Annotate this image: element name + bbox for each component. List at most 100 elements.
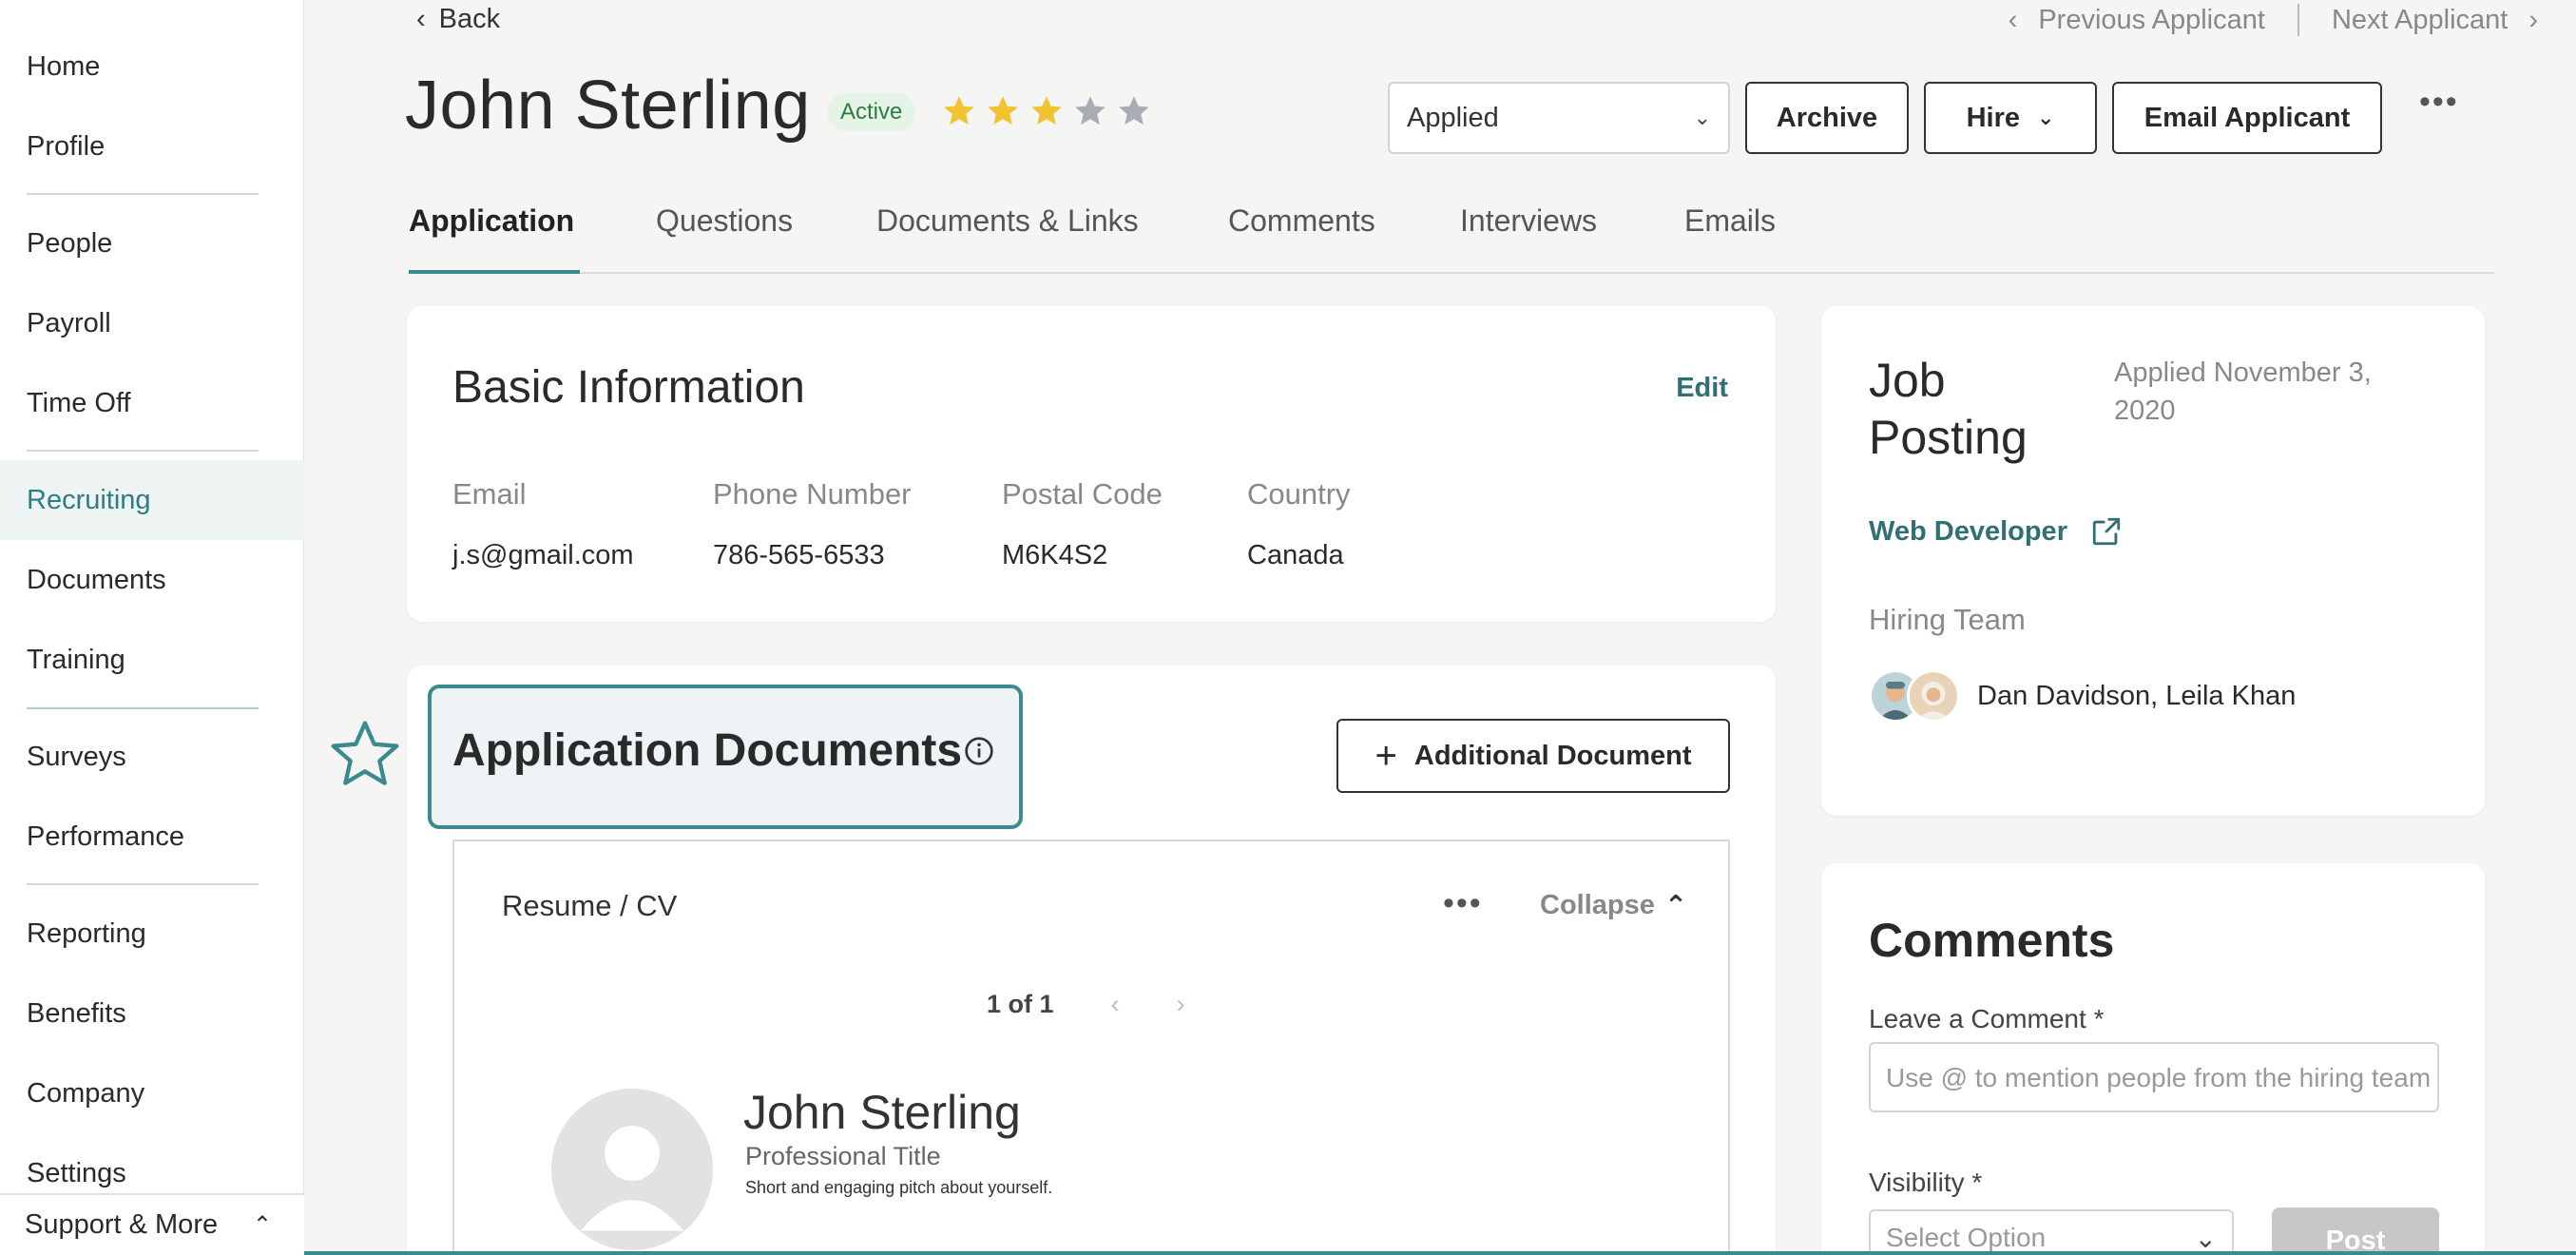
- next-applicant-label: Next Applicant: [2331, 4, 2509, 35]
- tab-interviews[interactable]: Interviews: [1460, 203, 1597, 239]
- sidebar: Home Profile People Payroll Time Off Rec…: [0, 0, 304, 1255]
- card-title: Basic Information: [452, 362, 805, 413]
- additional-document-button[interactable]: + Additional Document: [1336, 719, 1730, 793]
- leave-comment-label: Leave a Comment *: [1869, 1004, 2105, 1033]
- star-filled-icon[interactable]: [985, 93, 1021, 129]
- sidebar-item-label: Company: [27, 1077, 145, 1109]
- next-applicant-button[interactable]: Next Applicant ›: [2332, 5, 2538, 36]
- sidebar-item-label: Payroll: [27, 307, 111, 338]
- chevron-right-icon[interactable]: ›: [1177, 990, 1185, 1019]
- sidebar-item-benefits[interactable]: Benefits: [0, 974, 304, 1053]
- rating-stars[interactable]: [941, 93, 1152, 129]
- additional-document-label: Additional Document: [1413, 740, 1692, 771]
- tab-comments[interactable]: Comments: [1228, 203, 1375, 239]
- job-posting-title-line: Posting: [1869, 411, 2028, 464]
- job-link-label: Web Developer: [1869, 515, 2067, 547]
- star-outline-icon: [331, 721, 399, 785]
- post-button[interactable]: Post: [2272, 1207, 2439, 1255]
- sidebar-item-time-off[interactable]: Time Off: [0, 363, 304, 443]
- chevron-down-icon: ⌄: [2194, 1223, 2217, 1253]
- tab-documents-links[interactable]: Documents & Links: [876, 203, 1139, 239]
- bottom-accent-line: [304, 1251, 2576, 1255]
- info-icon[interactable]: [964, 736, 994, 766]
- previous-applicant-button[interactable]: ‹ Previous Applicant: [2009, 5, 2265, 36]
- sidebar-item-label: Performance: [27, 821, 185, 852]
- chevron-left-icon[interactable]: ‹: [1111, 990, 1120, 1019]
- sidebar-divider: [27, 707, 259, 709]
- page-indicator: 1 of 1: [987, 990, 1054, 1018]
- email-applicant-button[interactable]: Email Applicant: [2112, 82, 2382, 154]
- stage-select[interactable]: Applied ⌄: [1388, 82, 1730, 154]
- hiring-team-label: Hiring Team: [1869, 603, 2026, 636]
- hiring-team: Dan Davidson, Leila Khan: [1869, 669, 2296, 723]
- sidebar-item-profile[interactable]: Profile: [0, 106, 304, 186]
- divider: [2297, 4, 2299, 36]
- avatar: [1907, 669, 1960, 723]
- sidebar-item-label: Settings: [27, 1157, 126, 1188]
- support-label: Support & More: [25, 1209, 219, 1240]
- resume-panel: Resume / CV ••• Collapse ⌃ 1 of 1 ‹ › Jo…: [452, 840, 1730, 1255]
- edit-link[interactable]: Edit: [1676, 373, 1728, 404]
- field-label-email: Email: [452, 477, 527, 511]
- star-empty-icon[interactable]: [1072, 93, 1108, 129]
- sidebar-item-label: Recruiting: [27, 484, 151, 515]
- star-empty-icon[interactable]: [1116, 93, 1152, 129]
- previous-applicant-label: Previous Applicant: [2038, 4, 2265, 35]
- chevron-down-icon: ⌄: [1693, 106, 1711, 129]
- sidebar-item-label: Reporting: [27, 917, 146, 949]
- field-label-postal-code: Postal Code: [1002, 477, 1163, 511]
- job-posting-title-line: Job: [1869, 354, 1946, 407]
- star-filled-icon[interactable]: [1028, 93, 1065, 129]
- job-posting-title: Job Posting: [1869, 352, 2028, 466]
- external-link-icon: [2092, 517, 2121, 546]
- sidebar-item-reporting[interactable]: Reporting: [0, 894, 304, 974]
- field-label-country: Country: [1247, 477, 1351, 511]
- more-options-icon[interactable]: •••: [1443, 885, 1483, 922]
- sidebar-item-people[interactable]: People: [0, 203, 304, 283]
- application-documents-title: Application Documents: [452, 725, 963, 776]
- support-and-more-toggle[interactable]: Support & More ⌃: [0, 1193, 304, 1255]
- sidebar-item-home[interactable]: Home: [0, 27, 304, 106]
- field-value-phone: 786-565-6533: [713, 540, 885, 570]
- chevron-down-icon: ⌄: [2036, 106, 2055, 129]
- active-tab-indicator: [409, 270, 580, 274]
- archive-button[interactable]: Archive: [1745, 82, 1909, 154]
- sidebar-divider: [27, 193, 259, 195]
- resume-label: Resume / CV: [502, 889, 678, 922]
- tab-application[interactable]: Application: [409, 203, 574, 239]
- hire-button[interactable]: Hire ⌄: [1924, 82, 2097, 154]
- sidebar-item-surveys[interactable]: Surveys: [0, 717, 304, 797]
- sidebar-item-label: Documents: [27, 564, 166, 595]
- sidebar-item-training[interactable]: Training: [0, 620, 304, 700]
- tab-emails[interactable]: Emails: [1684, 203, 1776, 239]
- sidebar-item-recruiting[interactable]: Recruiting: [0, 460, 304, 540]
- tab-questions[interactable]: Questions: [656, 203, 793, 239]
- chevron-left-icon: ‹: [2008, 4, 2018, 35]
- job-posting-card: Job Posting Applied November 3, 2020 Web…: [1821, 306, 2485, 816]
- hire-label: Hire: [1966, 102, 2020, 133]
- field-value-postal-code: M6K4S2: [1002, 540, 1108, 570]
- sidebar-item-documents[interactable]: Documents: [0, 540, 304, 620]
- resume-avatar: [551, 1089, 713, 1250]
- sidebar-item-payroll[interactable]: Payroll: [0, 283, 304, 363]
- sidebar-item-label: Training: [27, 644, 125, 675]
- job-link[interactable]: Web Developer: [1869, 515, 2123, 548]
- more-options-icon[interactable]: •••: [2419, 84, 2459, 121]
- collapse-button[interactable]: Collapse ⌃: [1540, 889, 1687, 922]
- comment-textarea[interactable]: Use @ to mention people from the hiring …: [1869, 1042, 2439, 1112]
- field-value-country: Canada: [1247, 540, 1344, 570]
- back-link[interactable]: ‹ Back: [416, 4, 500, 35]
- chevron-up-icon: ⌃: [252, 1212, 272, 1238]
- sidebar-item-label: Profile: [27, 130, 106, 162]
- sidebar-item-performance[interactable]: Performance: [0, 797, 304, 877]
- sidebar-item-label: Benefits: [27, 997, 126, 1029]
- hiring-team-names: Dan Davidson, Leila Khan: [1977, 680, 2297, 711]
- visibility-select[interactable]: Select Option ⌄: [1869, 1209, 2234, 1255]
- sidebar-item-company[interactable]: Company: [0, 1053, 304, 1133]
- star-filled-icon[interactable]: [941, 93, 977, 129]
- comments-title: Comments: [1869, 914, 2115, 967]
- sidebar-item-label: People: [27, 227, 113, 259]
- plus-icon: +: [1375, 734, 1397, 777]
- collapse-label: Collapse: [1540, 890, 1655, 920]
- person-icon: [551, 1089, 713, 1250]
